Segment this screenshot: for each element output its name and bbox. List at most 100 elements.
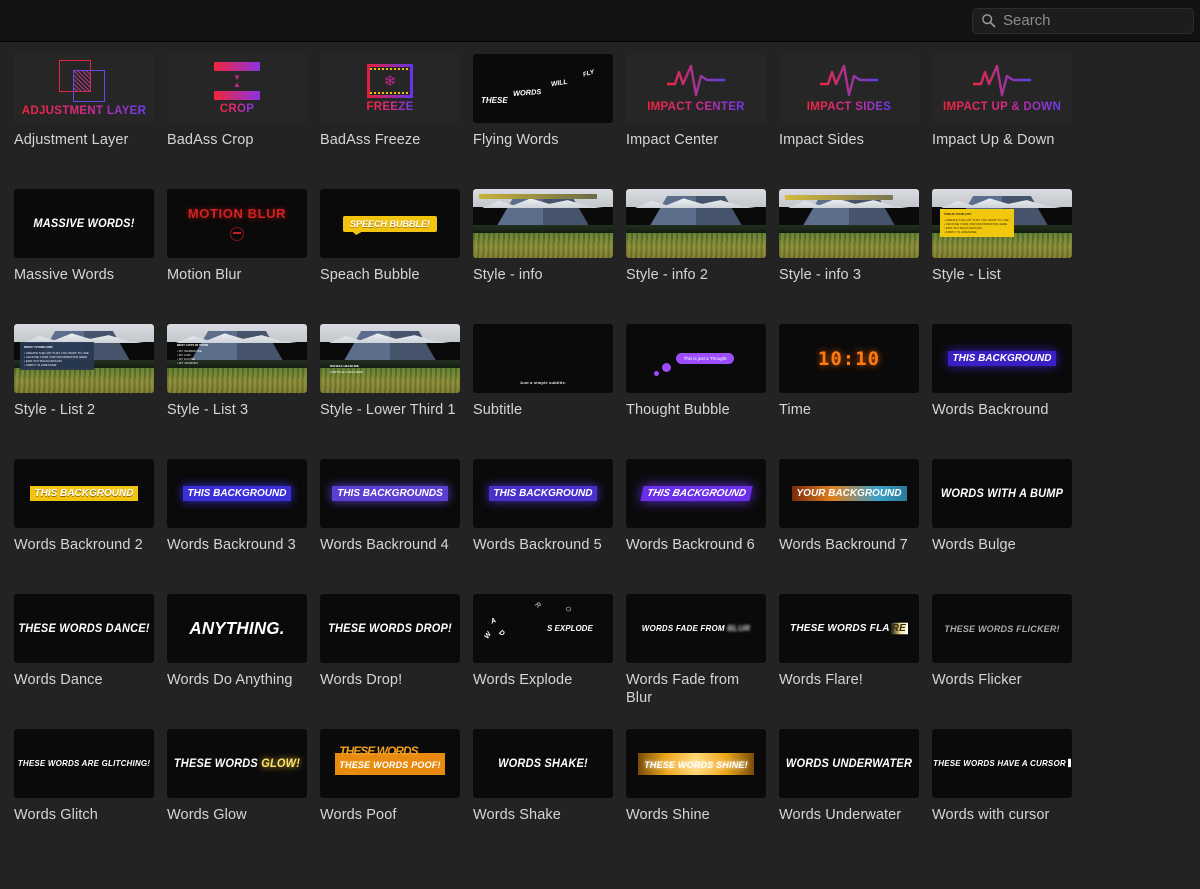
thumb-badge: FREEZE: [366, 101, 413, 113]
template-item[interactable]: WORDS WITH A BUMPWords Bulge: [932, 459, 1085, 594]
template-item[interactable]: S EXPLODEADWROWords Explode: [473, 594, 626, 729]
search-input[interactable]: [1003, 12, 1200, 29]
thumb-text: 10:10: [818, 348, 880, 370]
template-item[interactable]: 10:10Time: [779, 324, 932, 459]
template-item[interactable]: THESE WORDS SHINE!Words Shine: [626, 729, 779, 864]
template-thumbnail[interactable]: [626, 189, 766, 258]
template-item[interactable]: WHAT I STAND FOR• CREATE THE LIST THAT Y…: [14, 324, 167, 459]
template-thumbnail[interactable]: THIS BACKGROUND: [932, 324, 1072, 393]
template-thumbnail[interactable]: SPEECH BUBBLE!: [320, 189, 460, 258]
template-item[interactable]: ❄FREEZEBadAss Freeze: [320, 54, 473, 189]
template-item[interactable]: THIS BACKGROUNDWords Backround 6: [626, 459, 779, 594]
template-thumbnail[interactable]: THIS BACKGROUND: [14, 459, 154, 528]
template-thumbnail[interactable]: WORDS UNDERWATER: [779, 729, 919, 798]
template-thumbnail[interactable]: ANYTHING.: [167, 594, 307, 663]
thumb-text: THIS BACKGROUND: [948, 351, 1057, 366]
template-item[interactable]: Style - info 3: [779, 189, 932, 324]
template-item[interactable]: MASSIVE WORDS!Massive Words: [14, 189, 167, 324]
template-item[interactable]: THIS IS YOUR LIST• CREATE THE LIST THAT …: [932, 189, 1085, 324]
template-label: Words Fade from Blur: [626, 671, 766, 707]
overlay-card: BEST LISTS IN TOWN• MY WARDROBE• MY CAR•…: [173, 340, 221, 368]
search-box[interactable]: [972, 8, 1194, 34]
template-item[interactable]: Style - info: [473, 189, 626, 324]
template-item[interactable]: THIS BACKGROUNDWords Backround 3: [167, 459, 320, 594]
template-thumbnail[interactable]: THESE WORDS DROP!: [320, 594, 460, 663]
template-item[interactable]: BEST LISTS IN TOWN• MY WARDROBE• MY CAR•…: [167, 324, 320, 459]
template-item[interactable]: THESE WORDS ARE GLITCHING! Words Glitch: [14, 729, 167, 864]
template-item[interactable]: ANYTHING.Words Do Anything: [167, 594, 320, 729]
template-item[interactable]: THESE WORDS FLAREWords Flare!: [779, 594, 932, 729]
template-item[interactable]: THESE WORDS FLICKER! Words Flicker: [932, 594, 1085, 729]
template-label: Words Flicker: [932, 671, 1072, 689]
template-item[interactable]: THESE WORDS GLOW!Words Glow: [167, 729, 320, 864]
impact-icon: IMPACT SIDES: [807, 64, 892, 113]
template-item[interactable]: ADJUSTMENT LAYERAdjustment Layer: [14, 54, 167, 189]
template-item[interactable]: YOUR BACKGROUNDWords Backround 7: [779, 459, 932, 594]
template-thumbnail[interactable]: WORDS FADE FROM BLUR: [626, 594, 766, 663]
template-thumbnail[interactable]: Just a simple subtitle.: [473, 324, 613, 393]
template-thumbnail[interactable]: [779, 189, 919, 258]
template-item[interactable]: THIS BACKGROUNDSWords Backround 4: [320, 459, 473, 594]
template-thumbnail[interactable]: THESE WORDS DANCE!: [14, 594, 154, 663]
template-thumbnail[interactable]: MOTION BLUR: [167, 189, 307, 258]
template-thumbnail[interactable]: This is just a Thought: [626, 324, 766, 393]
template-item[interactable]: Just a simple subtitle.Subtitle: [473, 324, 626, 459]
template-thumbnail[interactable]: MASSIVE WORDS!: [14, 189, 154, 258]
template-item[interactable]: THESE WORDS POOFTHESE WORDS POOF!Words P…: [320, 729, 473, 864]
template-item[interactable]: WORDS UNDERWATERWords Underwater: [779, 729, 932, 864]
template-item[interactable]: THIS BACKGROUNDWords Backround: [932, 324, 1085, 459]
template-thumbnail[interactable]: BEST LISTS IN TOWN• MY WARDROBE• MY CAR•…: [167, 324, 307, 393]
template-item[interactable]: WORDS SHAKE!Words Shake: [473, 729, 626, 864]
template-item[interactable]: THESE WORDS DANCE! Words Dance: [14, 594, 167, 729]
template-label: Words Glitch: [14, 806, 154, 824]
template-item[interactable]: THIS BACKGROUNDWords Backround 5: [473, 459, 626, 594]
template-thumbnail[interactable]: THESE WORDS FLICKER!: [932, 594, 1072, 663]
template-thumbnail[interactable]: THESE WORDS SHINE!: [626, 729, 766, 798]
template-thumbnail[interactable]: IMPACT SIDES: [779, 54, 919, 123]
scenery-image: DOUBLE HEADLINESUBTITLE GOES HERE: [320, 324, 460, 393]
template-thumbnail[interactable]: THESE WORDS GLOW!: [167, 729, 307, 798]
template-item[interactable]: Style - info 2: [626, 189, 779, 324]
template-item[interactable]: THESE WORDS HAVE A CURSORWords with curs…: [932, 729, 1085, 864]
template-thumbnail[interactable]: THESE WORDS ARE GLITCHING!: [14, 729, 154, 798]
template-thumbnail[interactable]: [473, 189, 613, 258]
template-label: Words Dance: [14, 671, 154, 689]
template-thumbnail[interactable]: ADJUSTMENT LAYER: [14, 54, 154, 123]
template-item[interactable]: SPEECH BUBBLE!Speach Bubble: [320, 189, 473, 324]
template-thumbnail[interactable]: THIS IS YOUR LIST• CREATE THE LIST THAT …: [932, 189, 1072, 258]
template-thumbnail[interactable]: YOUR BACKGROUND: [779, 459, 919, 528]
template-thumbnail[interactable]: WHAT I STAND FOR• CREATE THE LIST THAT Y…: [14, 324, 154, 393]
template-thumbnail[interactable]: THESEWORDSWILLFLY: [473, 54, 613, 123]
template-thumbnail[interactable]: ▼▲CROP: [167, 54, 307, 123]
template-item[interactable]: This is just a ThoughtThought Bubble: [626, 324, 779, 459]
template-thumbnail[interactable]: DOUBLE HEADLINESUBTITLE GOES HERE: [320, 324, 460, 393]
thumb-text: MOTION BLUR: [188, 206, 286, 221]
template-item[interactable]: IMPACT UP & DOWNImpact Up & Down: [932, 54, 1085, 189]
template-thumbnail[interactable]: ❄FREEZE: [320, 54, 460, 123]
template-thumbnail[interactable]: 10:10: [779, 324, 919, 393]
template-item[interactable]: WORDS FADE FROM BLUR Words Fade from Blur: [626, 594, 779, 729]
template-thumbnail[interactable]: THIS BACKGROUND: [167, 459, 307, 528]
template-thumbnail[interactable]: IMPACT CENTER: [626, 54, 766, 123]
template-item[interactable]: DOUBLE HEADLINESUBTITLE GOES HEREStyle -…: [320, 324, 473, 459]
template-thumbnail[interactable]: WORDS SHAKE!: [473, 729, 613, 798]
template-thumbnail[interactable]: S EXPLODEADWRO: [473, 594, 613, 663]
template-item[interactable]: ▼▲CROPBadAss Crop: [167, 54, 320, 189]
speech-bubble: SPEECH BUBBLE!: [343, 216, 437, 232]
impact-icon: IMPACT CENTER: [647, 64, 745, 113]
template-item[interactable]: THESEWORDSWILLFLYFlying Words: [473, 54, 626, 189]
thought-bubble: This is just a Thought: [676, 353, 735, 364]
template-thumbnail[interactable]: IMPACT UP & DOWN: [932, 54, 1072, 123]
template-thumbnail[interactable]: THIS BACKGROUND: [626, 459, 766, 528]
template-item[interactable]: THESE WORDS DROP!Words Drop!: [320, 594, 473, 729]
template-item[interactable]: IMPACT SIDESImpact Sides: [779, 54, 932, 189]
template-thumbnail[interactable]: THESE WORDS HAVE A CURSOR: [932, 729, 1072, 798]
template-thumbnail[interactable]: THIS BACKGROUNDS: [320, 459, 460, 528]
template-thumbnail[interactable]: THESE WORDS FLARE: [779, 594, 919, 663]
template-item[interactable]: IMPACT CENTERImpact Center: [626, 54, 779, 189]
template-item[interactable]: MOTION BLURMotion Blur: [167, 189, 320, 324]
template-thumbnail[interactable]: THIS BACKGROUND: [473, 459, 613, 528]
template-thumbnail[interactable]: WORDS WITH A BUMP: [932, 459, 1072, 528]
template-thumbnail[interactable]: THESE WORDS POOFTHESE WORDS POOF!: [320, 729, 460, 798]
template-item[interactable]: THIS BACKGROUNDWords Backround 2: [14, 459, 167, 594]
